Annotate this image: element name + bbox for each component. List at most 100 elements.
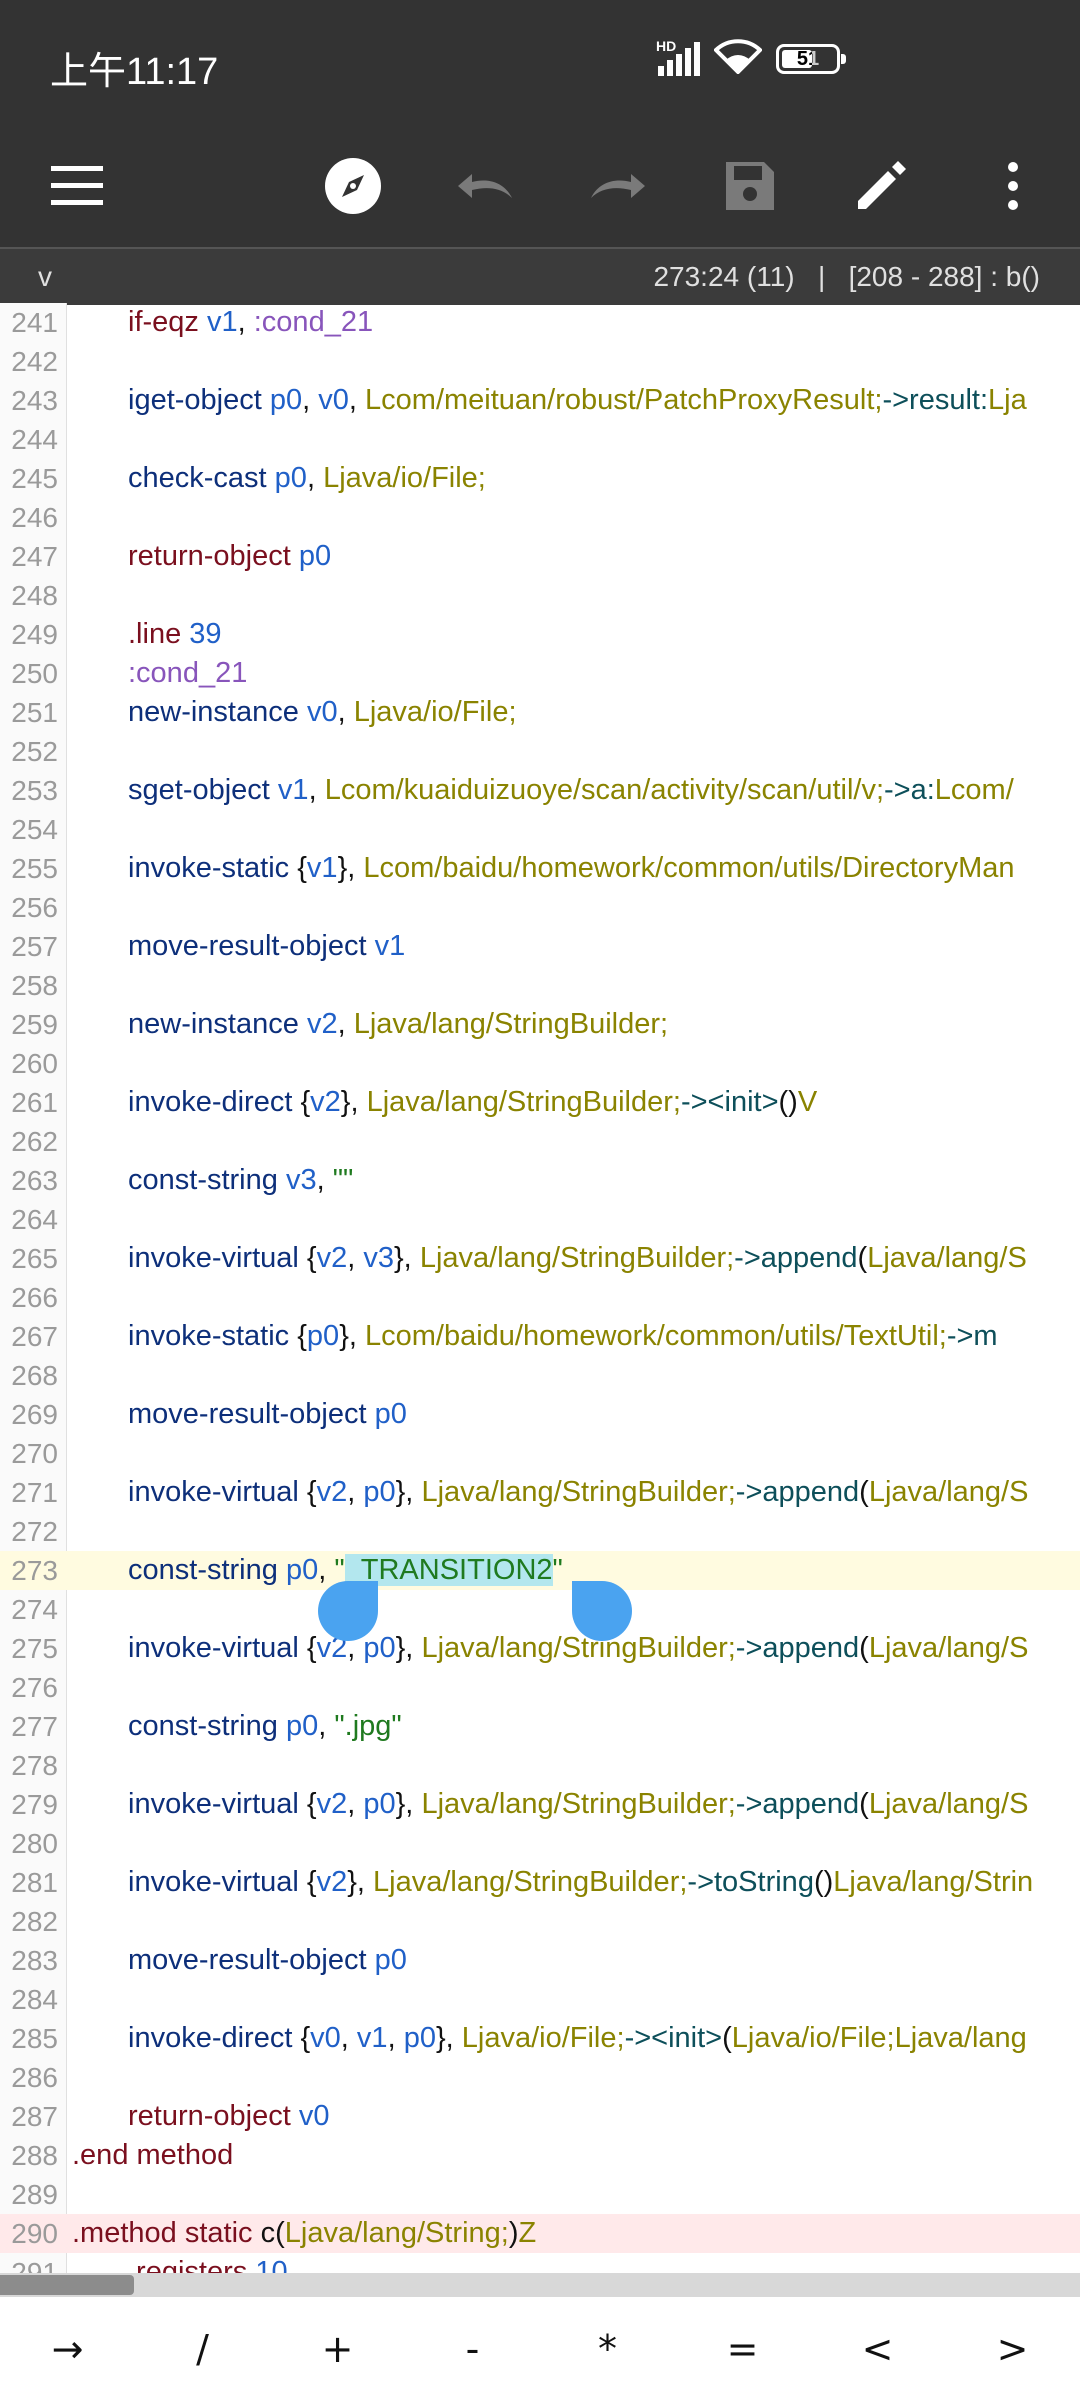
- code-line[interactable]: 272: [0, 1512, 1080, 1551]
- code-line[interactable]: 275 invoke-virtual {v2, p0}, Ljava/lang/S…: [0, 1629, 1080, 1668]
- code-line[interactable]: 251 new-instance v0, Ljava/io/File;: [0, 693, 1080, 732]
- signal-icon: HD: [656, 38, 700, 76]
- code-line[interactable]: 265 invoke-virtual {v2, v3}, Ljava/lang/S…: [0, 1239, 1080, 1278]
- code-line[interactable]: 268: [0, 1356, 1080, 1395]
- code-line[interactable]: 260: [0, 1044, 1080, 1083]
- method-range: [208 - 288] : b(): [848, 261, 1040, 292]
- code-token: Ljava/io/File;: [353, 696, 517, 728]
- battery-level: 51: [796, 47, 820, 70]
- code-line[interactable]: 245 check-cast p0, Ljava/io/File;: [0, 459, 1080, 498]
- symbol-key[interactable]: *: [540, 2297, 675, 2400]
- symbol-key[interactable]: /: [135, 2297, 270, 2400]
- symbol-key[interactable]: →: [0, 2297, 135, 2400]
- code-line[interactable]: 241 if-eqz v1, :cond_21: [0, 303, 1080, 342]
- code-line[interactable]: 264: [0, 1200, 1080, 1239]
- edit-button[interactable]: [838, 143, 924, 229]
- code-line[interactable]: 280: [0, 1824, 1080, 1863]
- status-bar: 上午11:17 HD 51: [0, 0, 1080, 125]
- code-line[interactable]: 282: [0, 1902, 1080, 1941]
- code-line[interactable]: 281 invoke-virtual {v2}, Ljava/lang/Strin…: [0, 1863, 1080, 1902]
- redo-button[interactable]: [575, 143, 661, 229]
- code-token: },: [339, 1320, 365, 1352]
- navigate-button[interactable]: [310, 143, 396, 229]
- code-token: Ljava/lang/S: [868, 1788, 1029, 1820]
- code-line[interactable]: 261 invoke-direct {v2}, Ljava/lang/String…: [0, 1083, 1080, 1122]
- selection-start-handle[interactable]: [318, 1581, 378, 1641]
- line-number: 259: [11, 1009, 58, 1040]
- code-line[interactable]: 248: [0, 576, 1080, 615]
- scrollbar-thumb[interactable]: [0, 2275, 134, 2295]
- code-token: v1: [356, 2022, 388, 2054]
- more-button[interactable]: [970, 143, 1056, 229]
- code-line[interactable]: 269 move-result-object p0: [0, 1395, 1080, 1434]
- code-token: v1: [374, 930, 406, 962]
- code-line[interactable]: 274: [0, 1590, 1080, 1629]
- code-line[interactable]: 242: [0, 342, 1080, 381]
- code-line[interactable]: 259 new-instance v2, Ljava/lang/StringBui…: [0, 1005, 1080, 1044]
- code-line[interactable]: 255 invoke-static {v1}, Lcom/baidu/homewo…: [0, 849, 1080, 888]
- code-line[interactable]: 262: [0, 1122, 1080, 1161]
- battery-icon: 51: [776, 43, 846, 74]
- code-token: {: [298, 1476, 317, 1508]
- code-line[interactable]: 278: [0, 1746, 1080, 1785]
- code-line[interactable]: 290 .method static c(Ljava/lang/String;)Z: [0, 2214, 1080, 2253]
- code-line[interactable]: 283 move-result-object p0: [0, 1941, 1080, 1980]
- line-number: 267: [11, 1321, 58, 1352]
- code-line[interactable]: 289: [0, 2175, 1080, 2214]
- code-line[interactable]: 243 iget-object p0, v0, Lcom/meituan/robu…: [0, 381, 1080, 420]
- code-text: invoke-virtual {v2, p0}, Ljava/lang/Stri…: [128, 1629, 1028, 1668]
- code-line[interactable]: 279 invoke-virtual {v2, p0}, Ljava/lang/S…: [0, 1785, 1080, 1824]
- symbol-key[interactable]: >: [945, 2297, 1080, 2400]
- undo-button[interactable]: [442, 143, 528, 229]
- code-line[interactable]: 249 .line 39: [0, 615, 1080, 654]
- save-button[interactable]: [707, 143, 793, 229]
- code-token: "": [332, 1164, 354, 1196]
- code-line[interactable]: 271 invoke-virtual {v2, p0}, Ljava/lang/S…: [0, 1473, 1080, 1512]
- filter-indicator[interactable]: v: [38, 261, 52, 293]
- symbol-key[interactable]: -: [405, 2297, 540, 2400]
- code-line[interactable]: 284: [0, 1980, 1080, 2019]
- horizontal-scrollbar[interactable]: [0, 2273, 1080, 2297]
- code-token: ,: [337, 1008, 354, 1040]
- line-number: 250: [11, 658, 58, 689]
- code-token: Ljava/io/File;: [323, 462, 486, 494]
- code-line[interactable]: 291 .registers 10: [0, 2253, 1080, 2273]
- code-line[interactable]: 263 const-string v3, "": [0, 1161, 1080, 1200]
- line-number: 241: [11, 307, 58, 338]
- code-line[interactable]: 276: [0, 1668, 1080, 1707]
- code-editor[interactable]: 241 if-eqz v1, :cond_21 242 243 iget-object …: [0, 303, 1080, 2273]
- menu-button[interactable]: [34, 143, 120, 229]
- line-number: 282: [11, 1906, 58, 1937]
- code-line[interactable]: 252: [0, 732, 1080, 771]
- code-line[interactable]: 267 invoke-static {p0}, Lcom/baidu/homewo…: [0, 1317, 1080, 1356]
- symbol-key[interactable]: +: [270, 2297, 405, 2400]
- code-line[interactable]: 253 sget-object v1, Lcom/kuaiduizuoye/sca…: [0, 771, 1080, 810]
- code-line[interactable]: 286: [0, 2058, 1080, 2097]
- code-line[interactable]: 244: [0, 420, 1080, 459]
- code-line[interactable]: 277 const-string p0, ".jpg": [0, 1707, 1080, 1746]
- code-text: new-instance v0, Ljava/io/File;: [128, 693, 517, 732]
- code-line[interactable]: 288 .end method: [0, 2136, 1080, 2175]
- code-line[interactable]: 247 return-object p0: [0, 537, 1080, 576]
- line-number: 289: [11, 2179, 58, 2210]
- code-line[interactable]: 250:cond_21: [0, 654, 1080, 693]
- selection-end-handle[interactable]: [572, 1581, 632, 1641]
- code-line[interactable]: 256: [0, 888, 1080, 927]
- code-line[interactable]: 285 invoke-direct {v0, v1, p0}, Ljava/io/…: [0, 2019, 1080, 2058]
- symbol-key[interactable]: =: [675, 2297, 810, 2400]
- code-line[interactable]: 273 const-string p0, "_TRANSITION2": [0, 1551, 1080, 1590]
- code-line[interactable]: 287 return-object v0: [0, 2097, 1080, 2136]
- code-line[interactable]: 254: [0, 810, 1080, 849]
- code-token: ,: [348, 384, 366, 416]
- code-line[interactable]: 257 move-result-object v1: [0, 927, 1080, 966]
- code-line[interactable]: 258: [0, 966, 1080, 1005]
- code-line[interactable]: 270: [0, 1434, 1080, 1473]
- symbol-key[interactable]: <: [810, 2297, 945, 2400]
- code-line[interactable]: 266: [0, 1278, 1080, 1317]
- code-line[interactable]: 246: [0, 498, 1080, 537]
- code-text: invoke-virtual {v2, p0}, Ljava/lang/Stri…: [128, 1473, 1028, 1512]
